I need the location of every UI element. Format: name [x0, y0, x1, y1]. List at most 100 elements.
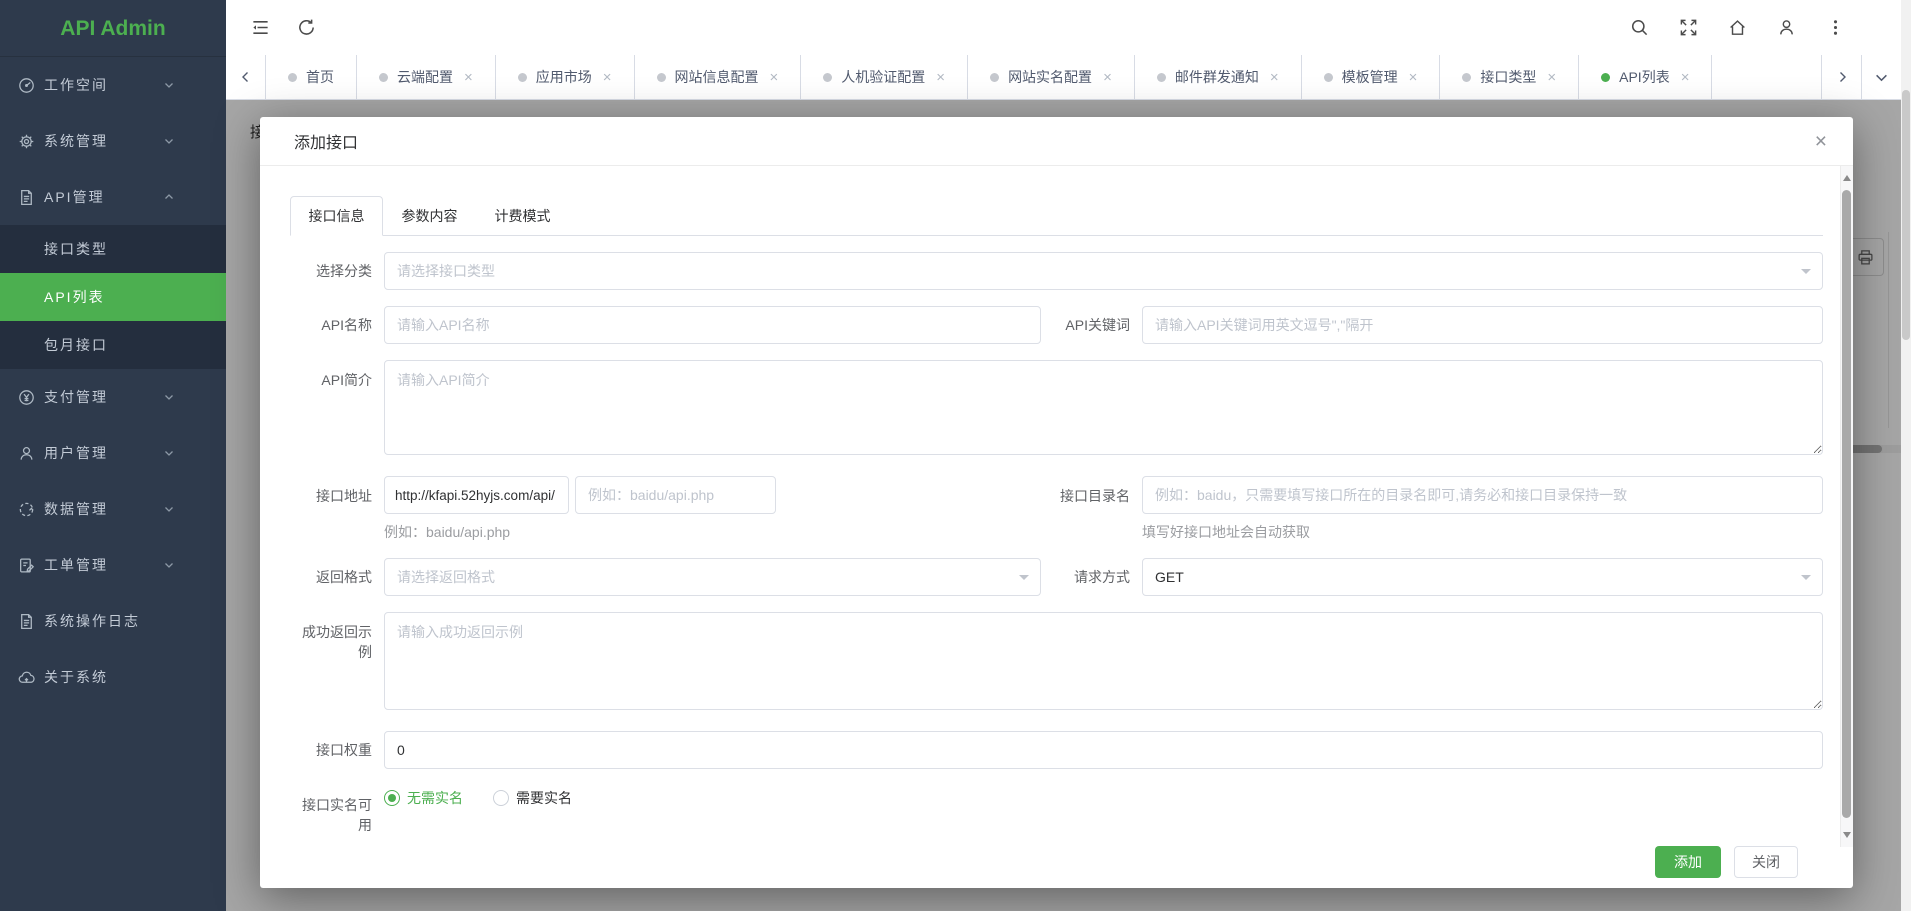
tab-close-icon[interactable]: × [1681, 69, 1690, 86]
api-dir-input[interactable] [1142, 476, 1823, 514]
tab-label: API列表 [1619, 67, 1670, 87]
sidebar-item-api-list[interactable]: API列表 [0, 273, 226, 321]
sidebar-item-api-manage[interactable]: API管理 [0, 169, 226, 225]
radio-need-realname[interactable]: 需要实名 [493, 788, 572, 808]
dialog-body: 接口信息 参数内容 计费模式 选择分类 请选择接口类型 API名称 [260, 166, 1840, 847]
tab-param-content[interactable]: 参数内容 [383, 196, 476, 235]
tab-site-info-config[interactable]: 网站信息配置 × [635, 55, 802, 99]
scroll-down-icon[interactable] [1843, 832, 1851, 842]
close-icon[interactable]: × [1815, 131, 1827, 152]
tab-mail-notify[interactable]: 邮件群发通知 × [1135, 55, 1302, 99]
tab-close-icon[interactable]: × [464, 69, 473, 86]
api-dir-label: 接口目录名 [1041, 476, 1142, 506]
tabs-scroll-right-button[interactable] [1821, 55, 1861, 99]
sidebar-item-system-log[interactable]: 系统操作日志 [0, 593, 226, 649]
weight-input[interactable] [384, 731, 1823, 769]
chevron-up-icon [163, 191, 175, 203]
search-icon[interactable] [1630, 18, 1649, 37]
close-button[interactable]: 关闭 [1734, 846, 1798, 878]
tab-close-icon[interactable]: × [1547, 69, 1556, 86]
sidebar-item-data-manage[interactable]: 数据管理 [0, 481, 226, 537]
sidebar-item-ticket-manage[interactable]: 工单管理 [0, 537, 226, 593]
scroll-up-icon[interactable] [1843, 171, 1851, 181]
profile-icon[interactable] [1777, 18, 1796, 37]
category-select[interactable]: 请选择接口类型 [384, 252, 1823, 290]
tab-label: 首页 [306, 67, 334, 87]
tab-close-icon[interactable]: × [1409, 69, 1418, 86]
api-url-path-input[interactable] [575, 476, 776, 514]
home-icon[interactable] [1728, 18, 1747, 37]
refresh-icon[interactable] [297, 18, 316, 37]
api-url-label: 接口地址 [290, 476, 384, 506]
api-url-base-input[interactable] [384, 476, 569, 514]
sidebar-item-api-type[interactable]: 接口类型 [0, 225, 226, 273]
data-icon [18, 501, 35, 518]
return-format-select[interactable]: 请选择返回格式 [384, 558, 1041, 596]
gear-icon [18, 133, 35, 150]
radio-no-realname[interactable]: 无需实名 [384, 788, 463, 808]
tab-close-icon[interactable]: × [770, 69, 779, 86]
tabs-dropdown-button[interactable] [1861, 55, 1901, 99]
ticket-icon [18, 557, 35, 574]
tab-label: 网站信息配置 [675, 67, 759, 87]
chevron-down-icon [163, 79, 175, 91]
tab-close-icon[interactable]: × [936, 69, 945, 86]
more-icon[interactable] [1826, 18, 1845, 37]
tab-label: 人机验证配置 [841, 67, 925, 87]
form-row-weight: 接口权重 [290, 731, 1823, 769]
api-keywords-input[interactable] [1142, 306, 1823, 344]
sidebar-fold-icon[interactable] [251, 18, 270, 37]
chevron-down-icon [163, 503, 175, 515]
modal-scrollbar[interactable] [1840, 166, 1853, 847]
tab-api-type[interactable]: 接口类型 × [1440, 55, 1579, 99]
about-icon [18, 669, 35, 686]
sidebar-item-system-manage[interactable]: 系统管理 [0, 113, 226, 169]
tab-billing-mode[interactable]: 计费模式 [476, 196, 569, 235]
fullscreen-icon[interactable] [1679, 18, 1698, 37]
form-row-intro: API简介 [290, 360, 1823, 460]
sidebar-item-payment-manage[interactable]: 支付管理 [0, 369, 226, 425]
sidebar-item-user-manage[interactable]: 用户管理 [0, 425, 226, 481]
tab-label: 网站实名配置 [1008, 67, 1092, 87]
sidebar-item-label: 接口类型 [44, 239, 108, 259]
tab-template-manage[interactable]: 模板管理 × [1302, 55, 1441, 99]
form-row-url-dir: 接口地址 例如：baidu/api.php 接口目录名 填写好接口地址会自动获取 [290, 476, 1823, 542]
app-logo: API Admin [0, 0, 226, 57]
tab-api-list[interactable]: API列表 × [1579, 55, 1712, 99]
page-scrollbar[interactable] [1901, 0, 1911, 911]
submit-button[interactable]: 添加 [1655, 846, 1721, 878]
realname-label: 接口实名可用 [290, 785, 384, 836]
tab-close-icon[interactable]: × [1103, 69, 1112, 86]
tab-dot-icon [657, 73, 666, 82]
api-intro-textarea[interactable] [384, 360, 1823, 455]
api-url-helper: 例如：baidu/api.php [384, 522, 1041, 542]
weight-label: 接口权重 [290, 740, 384, 760]
tab-captcha-config[interactable]: 人机验证配置 × [801, 55, 968, 99]
page-scrollbar-thumb[interactable] [1902, 90, 1910, 340]
sidebar-item-monthly-api[interactable]: 包月接口 [0, 321, 226, 369]
chevron-down-icon [163, 447, 175, 459]
dialog-footer: 添加 关闭 [1655, 846, 1798, 878]
sidebar-item-workspace[interactable]: 工作空间 [0, 57, 226, 113]
tab-close-icon[interactable]: × [1270, 69, 1279, 86]
category-label: 选择分类 [290, 261, 384, 281]
tab-dot-icon [823, 73, 832, 82]
sidebar-item-about-system[interactable]: 关于系统 [0, 649, 226, 705]
tab-site-realname-config[interactable]: 网站实名配置 × [968, 55, 1135, 99]
tabs-scroll-left-button[interactable] [226, 55, 266, 99]
sidebar-item-label: 关于系统 [44, 667, 108, 687]
sidebar-item-label: 系统管理 [44, 131, 108, 151]
modal-scrollbar-thumb[interactable] [1842, 190, 1851, 818]
chevron-down-icon [163, 559, 175, 571]
tab-api-info[interactable]: 接口信息 [290, 196, 383, 236]
tab-app-market[interactable]: 应用市场 × [496, 55, 635, 99]
tab-home[interactable]: 首页 [266, 55, 357, 99]
success-example-textarea[interactable] [384, 612, 1823, 710]
user-icon [18, 445, 35, 462]
request-method-select[interactable]: GET [1142, 558, 1823, 596]
api-name-input[interactable] [384, 306, 1041, 344]
tab-close-icon[interactable]: × [603, 69, 612, 86]
sidebar-item-label: API管理 [44, 187, 105, 207]
tab-cloud-config[interactable]: 云端配置 × [357, 55, 496, 99]
app-root: API Admin 工作空间 系统管理 API管理 接口类型 [0, 0, 1911, 911]
